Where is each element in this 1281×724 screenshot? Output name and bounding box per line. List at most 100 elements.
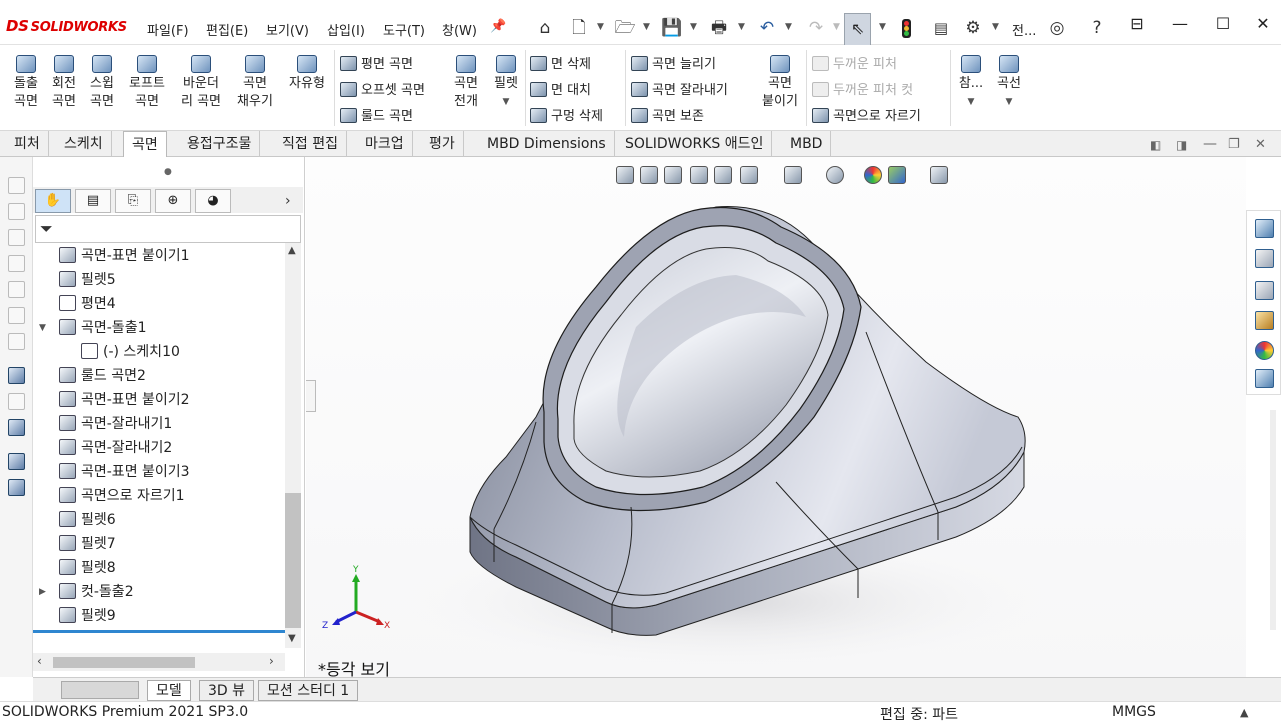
tool-icon[interactable] [8,177,25,194]
rebuild-traffic-light-icon[interactable] [902,19,911,38]
menu-insert[interactable]: 삽입(I) [327,20,365,39]
print-dropdown-chevron-icon[interactable]: ▼ [738,22,745,32]
tree-node[interactable]: ▼ 곡면-돌출1 [39,316,146,340]
maximize-button[interactable]: ☐ [1208,12,1238,36]
tab-sketch[interactable]: 스케치 [56,131,112,157]
custom-properties-icon[interactable] [1255,369,1274,388]
select-dropdown-chevron-icon[interactable]: ▼ [879,22,886,32]
open-folder-icon[interactable]: 🗁 [614,17,636,39]
freeform-button[interactable]: 자유형 [284,55,330,93]
collapsed-chevron-icon[interactable]: ▶ [39,580,46,604]
new-dropdown-chevron-icon[interactable]: ▼ [597,22,604,32]
cut-with-surface-button[interactable]: 곡면으로 자르기 [812,105,921,124]
doc-close-icon[interactable]: ✕ [1255,137,1266,152]
scroll-down-chevron-icon[interactable]: ▼ [288,633,296,644]
panel-drag-handle-icon[interactable]: ● [164,167,172,177]
featuremanager-tab-icon[interactable]: ✋ [35,189,71,213]
flatten-surface-button[interactable]: 곡면 전개 [448,55,484,111]
replace-face-button[interactable]: 면 대치 [530,79,591,98]
tool-icon[interactable] [8,393,25,410]
tab-mbd-dimensions[interactable]: MBD Dimensions [479,131,615,157]
tree-node[interactable]: 필렛9 [59,604,116,628]
swept-surface-button[interactable]: 스윕 곡면 [84,55,120,111]
tree-node[interactable]: 룰드 곡면2 [59,364,146,388]
knit-surface-button[interactable]: 곡면 붙이기 [756,55,804,111]
tab-motion-study[interactable]: 모션 스터디 1 [258,680,359,701]
undo-dropdown-chevron-icon[interactable]: ▼ [785,22,792,32]
scroll-left-chevron-icon[interactable]: ‹ [37,654,42,668]
redo-dropdown-chevron-icon[interactable]: ▼ [833,22,840,32]
configurationmanager-tab-icon[interactable]: ⎘ [115,189,151,213]
menu-edit[interactable]: 편집(E) [206,20,248,39]
reference-dropdown-chevron-icon[interactable]: ▼ [954,93,988,111]
close-button[interactable]: ✕ [1248,12,1278,36]
tree-node[interactable]: 곡면-표면 붙이기3 [59,460,190,484]
tree-node[interactable]: 필렛7 [59,532,116,556]
tree-node[interactable]: 곡면-표면 붙이기1 [59,244,190,268]
thickened-cut-button[interactable]: 두꺼운 피처 컷 [812,79,913,98]
menu-view[interactable]: 보기(V) [266,20,309,39]
doc-restore-icon[interactable]: ❐ [1228,137,1240,152]
scroll-thumb[interactable] [53,657,195,668]
rollback-bar[interactable] [33,630,285,633]
tool-icon[interactable] [8,203,25,220]
tree-node[interactable]: ▶ 컷-돌출2 [39,580,134,604]
options-dropdown-chevron-icon[interactable]: ▼ [992,22,999,32]
tab-evaluate[interactable]: 평가 [421,131,464,157]
tree-node[interactable]: 필렛8 [59,556,116,580]
doc-tile-left-icon[interactable]: ◧ [1150,138,1161,152]
doc-minimize-icon[interactable]: — [1203,136,1217,152]
extend-surface-button[interactable]: 곡면 늘리기 [631,53,716,72]
design-library-icon[interactable] [1255,249,1274,268]
boundary-surface-button[interactable]: 바운더 리 곡면 [176,55,226,111]
task-pane-scrollbar[interactable] [1270,410,1276,630]
select-button[interactable]: ⇖ [844,13,871,46]
selection-filter-icon[interactable] [8,367,25,384]
dimxpertmanager-tab-icon[interactable]: ⊕ [155,189,191,213]
model-3d[interactable] [306,157,1246,677]
new-document-icon[interactable]: 🗋 [568,17,590,39]
display-tool-icon[interactable] [8,419,25,436]
ruled-surface-button[interactable]: 룰드 곡면 [340,105,413,124]
minimize-button[interactable]: — [1165,12,1195,36]
home-icon[interactable]: ⌂ [534,17,556,39]
menu-file[interactable]: 파일(F) [147,20,189,39]
undo-icon[interactable]: ↶ [756,17,778,39]
pin-icon[interactable]: 📌 [490,19,506,34]
options-gear-icon[interactable]: ⚙ [962,17,984,39]
menu-tools[interactable]: 도구(T) [383,20,425,39]
units-chevron-icon[interactable]: ▲ [1240,706,1248,719]
tab-markup[interactable]: 마크업 [357,131,413,157]
tree-node[interactable]: 곡면-표면 붙이기2 [59,388,190,412]
tab-model[interactable]: 모델 [147,680,191,701]
tab-direct-editing[interactable]: 직접 편집 [274,131,347,157]
tab-mbd[interactable]: MBD [782,131,832,157]
offset-surface-button[interactable]: 오프셋 곡면 [340,79,425,98]
chevron-right-icon[interactable]: › [285,193,291,209]
solidworks-logo[interactable]: DS SOLIDWORKS [6,17,127,35]
filter-icon[interactable]: ⏷ [40,219,53,239]
fillet-dropdown-chevron-icon[interactable]: ▼ [488,93,524,111]
tree-node[interactable]: 곡면으로 자르기1 [59,484,185,508]
reference-geometry-button[interactable]: 참... ▼ [954,55,988,111]
save-icon[interactable]: 💾 [661,17,683,39]
menu-window[interactable]: 창(W) [442,20,477,39]
tree-node[interactable]: 곡면-잘라내기2 [59,436,172,460]
save-dropdown-chevron-icon[interactable]: ▼ [690,22,697,32]
collapse-window-icon[interactable]: ⊟ [1122,12,1152,36]
delete-face-button[interactable]: 면 삭제 [530,53,591,72]
doc-tile-right-icon[interactable]: ◨ [1176,138,1187,152]
tool-icon[interactable] [8,229,25,246]
tool-icon[interactable] [8,281,25,298]
panel-collapse-handle[interactable] [306,380,316,412]
tool-icon[interactable] [8,255,25,272]
delete-hole-button[interactable]: 구멍 삭제 [530,105,603,124]
trim-surface-button[interactable]: 곡면 잘라내기 [631,79,728,98]
file-explorer-icon[interactable] [1255,281,1274,300]
tree-node[interactable]: 곡면-잘라내기1 [59,412,172,436]
tab-3d-views[interactable]: 3D 뷰 [199,680,255,701]
scroll-right-chevron-icon[interactable]: › [269,654,274,668]
tree-node[interactable]: 필렛5 [59,268,116,292]
lofted-surface-button[interactable]: 로프트 곡면 [124,55,170,111]
fillet-button[interactable]: 필렛 ▼ [488,55,524,111]
